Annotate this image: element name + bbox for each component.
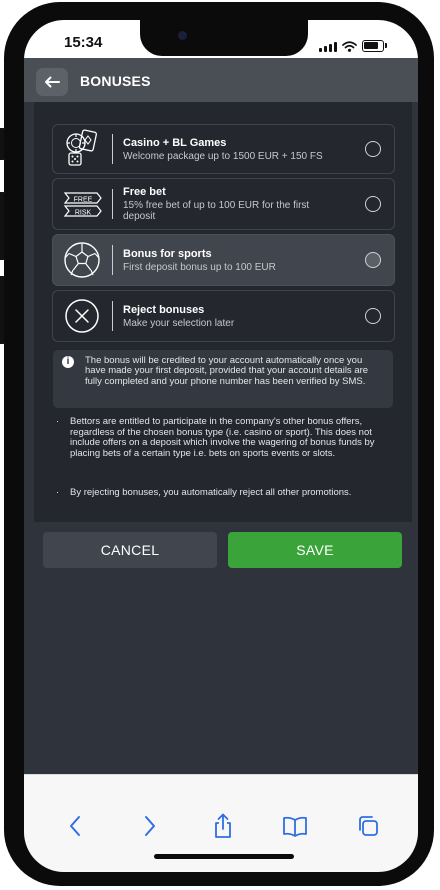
free-risk-icon: FREE RISK [59,184,105,224]
bonus-panel: Casino + BL Games Welcome package up to … [34,102,412,582]
page-title: BONUSES [80,73,151,89]
phone-frame: 15:34 BONUSES Casino + BL Games Welcome … [4,2,434,886]
browser-toolbar [24,774,418,872]
wifi-icon [342,41,357,52]
bonus-option-casino[interactable]: Casino + BL Games Welcome package up to … [52,124,395,174]
terms-bullet: · By rejecting bonuses, you automaticall… [56,487,394,500]
info-notice: i The bonus will be credited to your acc… [53,350,393,408]
option-title: Casino + BL Games [123,137,227,149]
option-radio[interactable] [365,308,381,324]
reject-x-icon [59,296,105,336]
save-button[interactable]: SAVE [228,532,402,568]
phone-screen: 15:34 BONUSES Casino + BL Games Welcome … [24,20,418,872]
casino-chips-icon [59,129,105,169]
status-time: 15:34 [64,34,103,51]
browser-back-button[interactable] [62,813,88,839]
option-subtitle: Welcome package up to 1500 EUR + 150 FS [123,151,323,162]
battery-level [364,42,378,49]
share-button[interactable] [210,813,236,839]
camera-lens [178,31,187,40]
bookmarks-icon [283,816,307,837]
tabs-icon [359,816,378,836]
terms-bullet: · Bettors are entitled to participate in… [56,416,394,471]
status-bar: 15:34 [24,20,418,58]
option-subtitle: Make your selection later [123,318,235,329]
signal-icon [319,42,337,52]
option-title: Reject bonuses [123,304,205,316]
free-label: FREE [74,197,93,204]
share-icon [215,813,231,838]
option-divider [112,245,113,275]
chevron-back-icon [70,816,80,836]
cancel-button[interactable]: CANCEL [43,532,217,568]
bullet-text: Bettors are entitled to participate in t… [70,416,375,459]
tabs-button[interactable] [355,813,381,839]
option-divider [112,189,113,219]
info-icon: i [62,356,74,368]
camera-notch [140,20,308,56]
bullet-text: By rejecting bonuses, you automatically … [70,487,352,498]
option-title: Free bet [123,186,166,198]
action-footer: CANCEL SAVE [34,522,412,582]
arrow-left-icon [45,76,60,88]
back-button[interactable] [36,68,68,96]
option-title: Bonus for sports [123,248,212,260]
browser-forward-button[interactable] [137,813,163,839]
bullet-dot: · [56,487,60,498]
risk-label: RISK [75,210,92,217]
option-subtitle: 15% free bet of up to 100 EUR for the fi… [123,200,310,222]
bookmarks-button[interactable] [282,813,308,839]
page-header: BONUSES [24,58,418,102]
option-radio[interactable] [365,196,381,212]
option-subtitle: First deposit bonus up to 100 EUR [123,262,276,273]
battery-icon [362,40,387,52]
bonus-option-reject[interactable]: Reject bonuses Make your selection later [52,290,395,342]
soccer-ball-icon [59,240,105,280]
bullet-dot: · [56,416,60,427]
option-divider [112,134,113,164]
chevron-forward-icon [145,816,155,836]
option-divider [112,301,113,331]
bonus-option-free-bet[interactable]: FREE RISK Free bet 15% free bet of up to… [52,178,395,230]
option-radio-selected[interactable] [365,252,381,268]
bonus-option-sports[interactable]: Bonus for sports First deposit bonus up … [52,234,395,286]
home-indicator[interactable] [154,854,294,859]
option-radio[interactable] [365,141,381,157]
info-text: The bonus will be credited to your accou… [85,355,369,387]
status-icons [319,40,387,52]
